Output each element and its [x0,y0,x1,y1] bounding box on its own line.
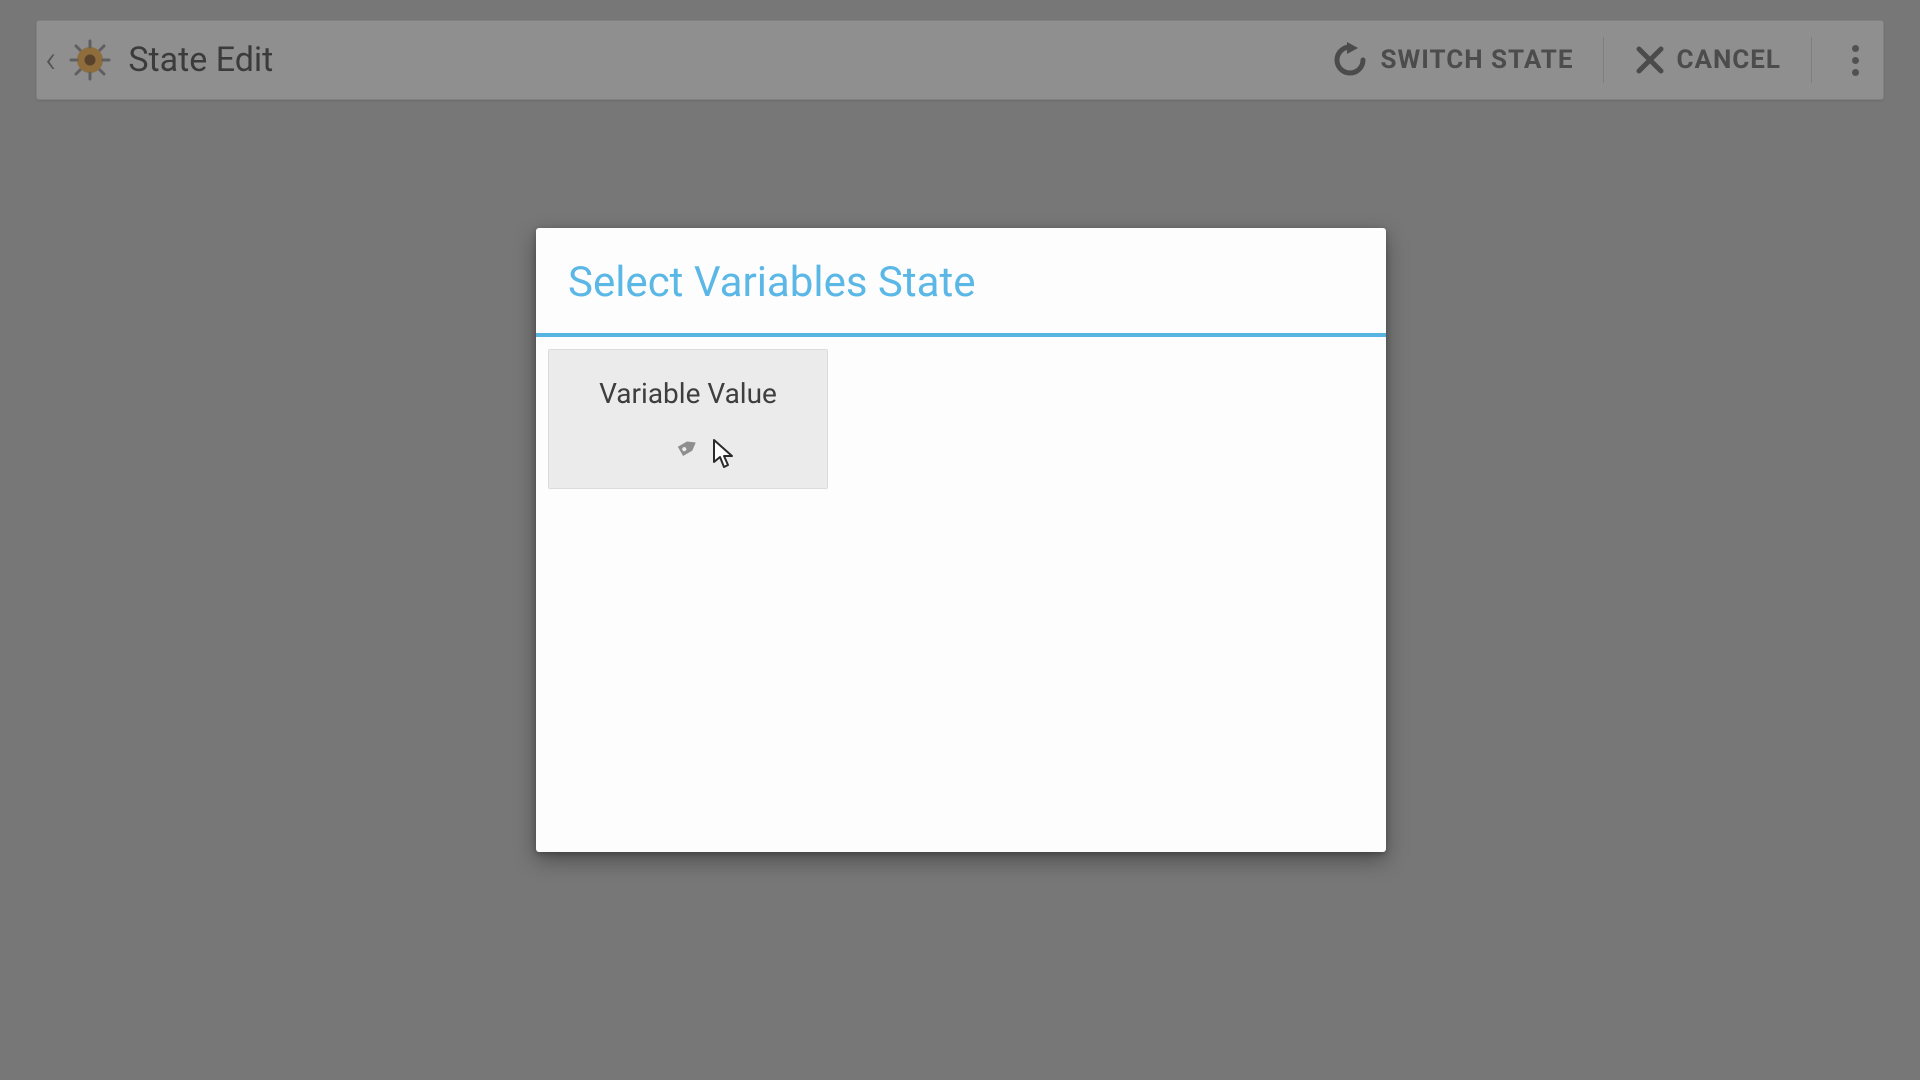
tag-icon [671,428,705,462]
option-label: Variable Value [599,377,777,410]
select-variables-state-dialog: Select Variables State Variable Value [536,228,1386,852]
dialog-title: Select Variables State [536,228,1386,333]
option-variable-value[interactable]: Variable Value [548,349,828,489]
dialog-body: Variable Value [536,337,1386,852]
